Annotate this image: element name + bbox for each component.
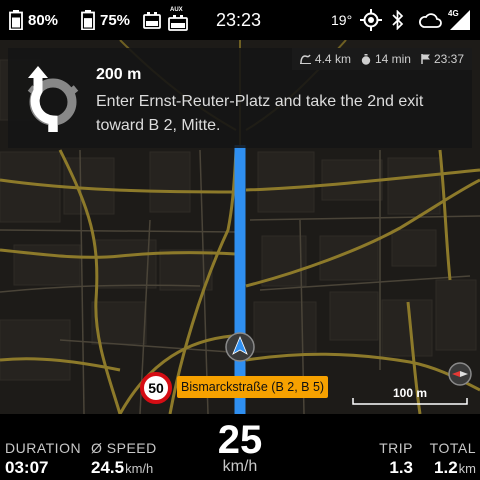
- speed-limit-sign: 50: [140, 372, 172, 404]
- current-speed: 25: [217, 418, 263, 462]
- remaining-time: 14 min: [361, 52, 411, 66]
- total-value: 1.2: [434, 458, 458, 477]
- aux-label: AUX: [170, 7, 183, 13]
- status-bar: 80% 75% AUX 23:23 19° 4G: [0, 0, 480, 40]
- network-type: 4G: [448, 9, 459, 18]
- roundabout-second-exit-icon: [27, 66, 79, 132]
- gps-icon: [360, 9, 382, 31]
- remaining-distance-value: 4.4 km: [314, 52, 351, 66]
- current-position-icon: [225, 332, 255, 362]
- duration-label: DURATION: [5, 440, 82, 456]
- current-street-label: Bismarckstraße (B 2, B 5): [177, 376, 329, 398]
- weather: [418, 0, 442, 40]
- battery-1-percent: 80%: [28, 11, 59, 29]
- trip-stats-bar: DURATION 03:07 Ø SPEED 24.5km/h 25 km/h …: [0, 414, 480, 480]
- total-label: TOTAL: [429, 440, 476, 456]
- trip-label: TRIP: [379, 440, 413, 456]
- bluetooth-status: [392, 0, 404, 40]
- arrival-time-value: 23:37: [433, 52, 464, 66]
- device-battery: [143, 0, 161, 40]
- aux-battery: AUX: [168, 0, 188, 40]
- clock: 23:23: [216, 9, 262, 30]
- compass-icon[interactable]: [448, 362, 472, 386]
- map-scale-bar: [352, 398, 468, 405]
- maneuver-instruction: Enter Ernst-Reuter-Platz and take the 2n…: [96, 93, 424, 134]
- instruction-card[interactable]: 4.4 km 14 min 23:37 200 m Enter Ernst-Re…: [8, 48, 472, 148]
- current-speed-unit: km/h: [222, 458, 258, 475]
- remaining-distance: 4.4 km: [299, 52, 351, 66]
- average-speed-value-wrap: 24.5km/h: [91, 458, 153, 478]
- trip-summary: 4.4 km 14 min 23:37: [291, 48, 472, 70]
- average-speed-label: Ø SPEED: [91, 440, 157, 456]
- cellular-status: 4G: [448, 0, 470, 40]
- remaining-time-value: 14 min: [374, 52, 411, 66]
- gps-status: [360, 0, 382, 40]
- battery-2: 75%: [81, 0, 130, 40]
- device-icon: [143, 12, 161, 29]
- route-distance-icon: [299, 54, 311, 64]
- stopwatch-icon: [361, 53, 371, 65]
- total-unit: km: [458, 461, 476, 476]
- trip-value: 1.3: [389, 458, 413, 477]
- average-speed-value: 24.5: [91, 458, 125, 477]
- temperature: 19°: [331, 12, 353, 28]
- duration-value: 03:07: [5, 458, 49, 477]
- total-value-wrap: 1.2km: [434, 458, 476, 478]
- average-speed-unit: km/h: [125, 461, 154, 476]
- cloud-icon: [419, 13, 442, 28]
- maneuver-distance: 200 m: [96, 66, 142, 83]
- battery-1: 80%: [9, 0, 58, 40]
- battery-icon: [9, 10, 23, 30]
- bluetooth-icon: [392, 10, 404, 30]
- arrival-time: 23:37: [421, 52, 464, 66]
- battery-icon: [81, 10, 95, 30]
- navigation-screen: 80% 75% AUX 23:23 19° 4G 4.4 km 14 min 2…: [0, 0, 480, 480]
- flag-icon: [421, 54, 430, 64]
- battery-2-percent: 75%: [100, 11, 131, 29]
